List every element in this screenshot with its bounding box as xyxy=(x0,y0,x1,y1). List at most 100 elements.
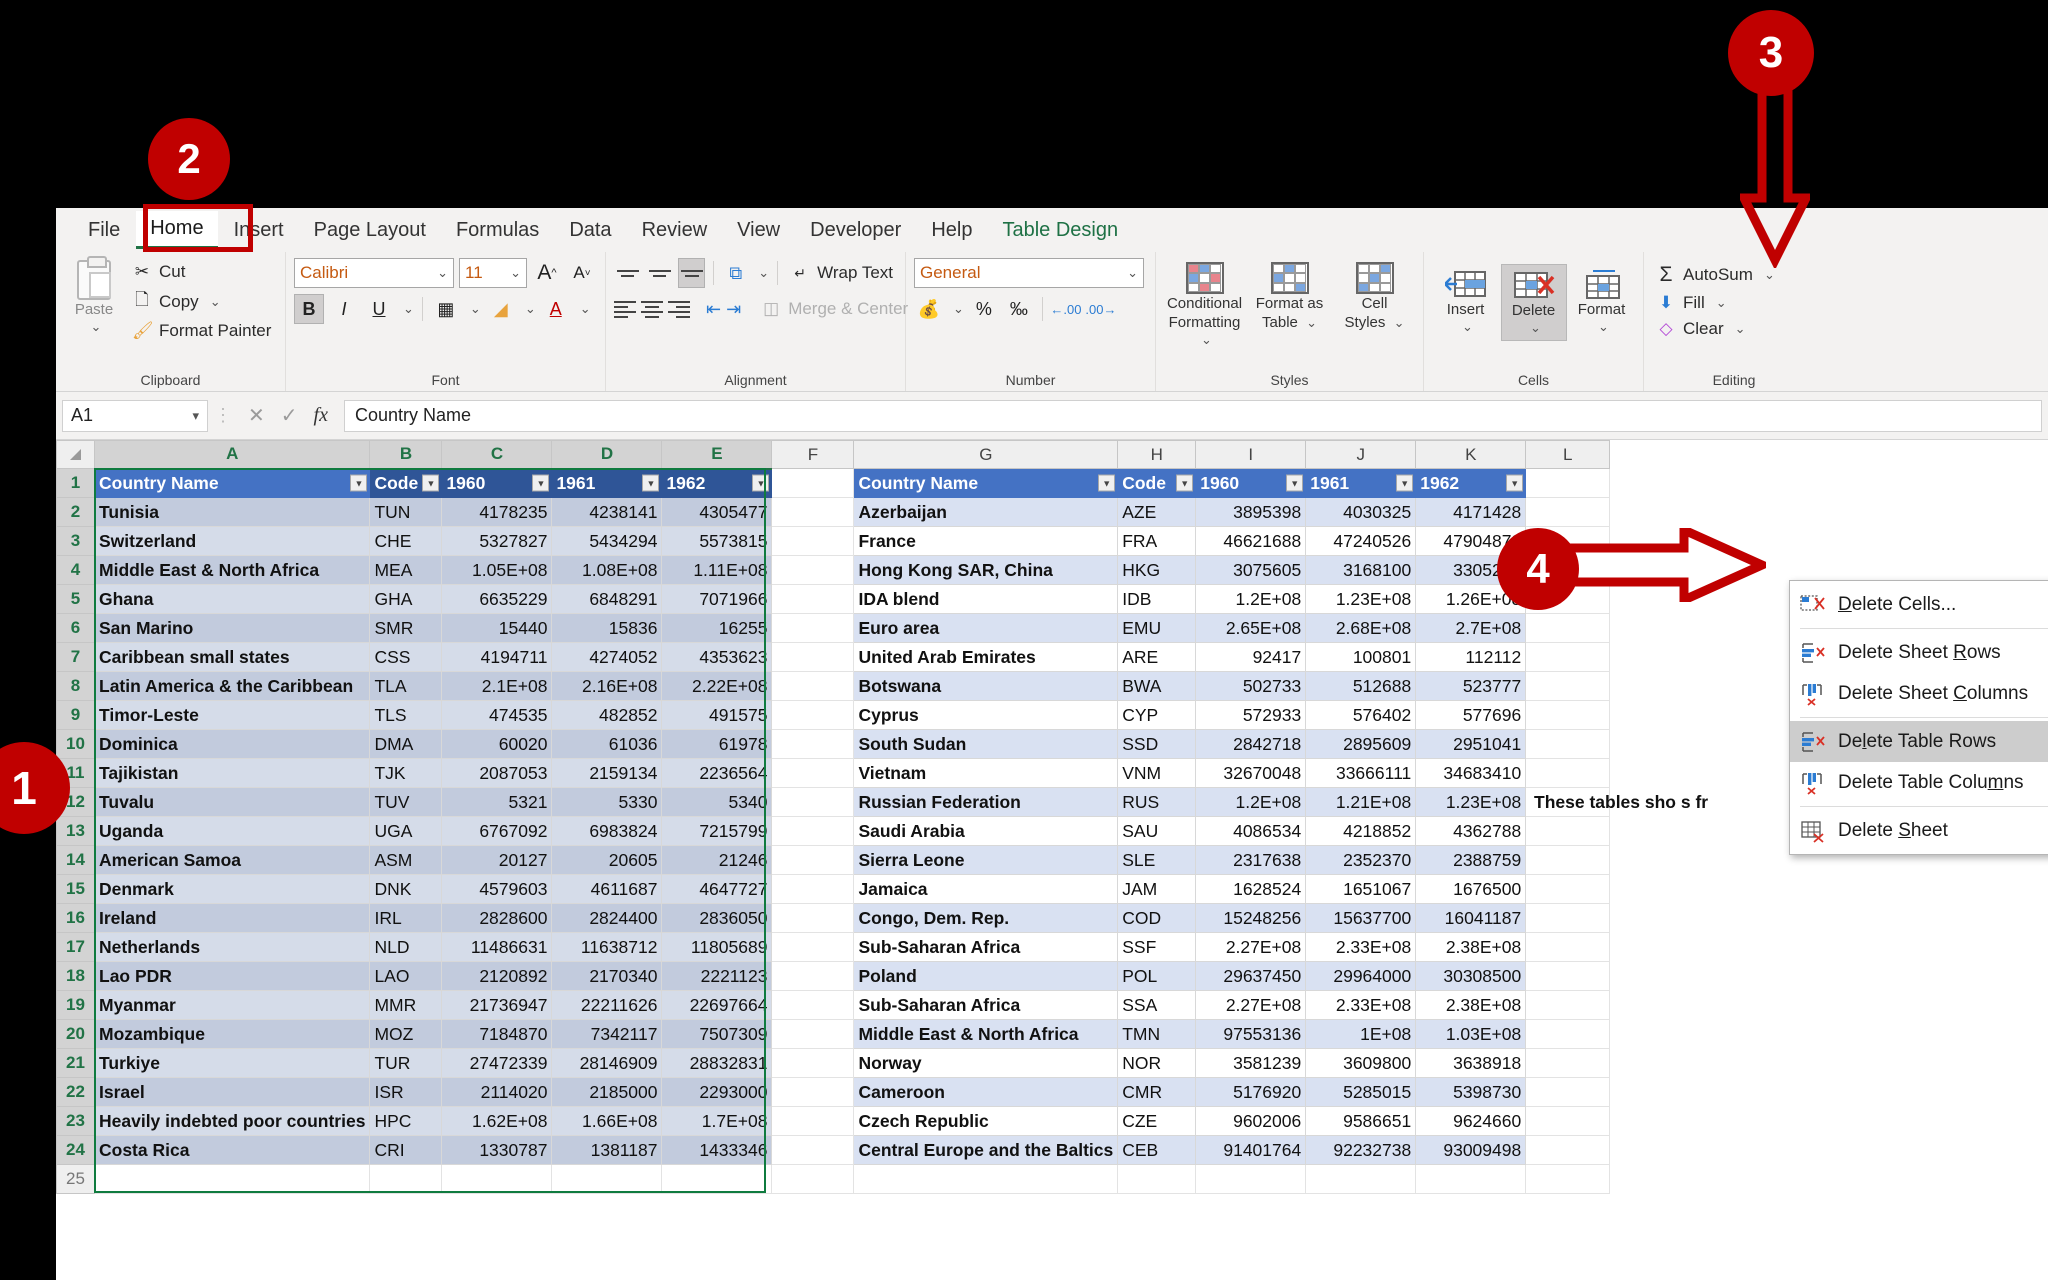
left-table-cell-C10[interactable]: 60020 xyxy=(441,729,553,759)
left-table-cell-A20[interactable]: Mozambique xyxy=(93,1019,371,1049)
right-table-cell-J24[interactable]: 92232738 xyxy=(1305,1135,1417,1165)
left-table-cell-D4[interactable]: 1.08E+08 xyxy=(551,555,663,585)
left-table-cell-D14[interactable]: 20605 xyxy=(551,845,663,875)
left-table-header-A[interactable]: Country Name ▼ xyxy=(93,468,371,498)
empty-cell-L22[interactable] xyxy=(1525,1077,1611,1107)
format-painter-button[interactable]: 🖌 Format Painter xyxy=(128,320,275,342)
empty-cell-F11[interactable] xyxy=(771,758,855,788)
empty-cell-L21[interactable] xyxy=(1525,1048,1611,1078)
empty-cell-F19[interactable] xyxy=(771,990,855,1020)
left-table-cell-B23[interactable]: HPC xyxy=(369,1106,443,1136)
left-table-cell-B7[interactable]: CSS xyxy=(369,642,443,672)
empty-cell-F17[interactable] xyxy=(771,932,855,962)
left-table-cell-D9[interactable]: 482852 xyxy=(551,700,663,730)
right-table-cell-G17[interactable]: Sub-Saharan Africa xyxy=(853,932,1119,962)
chevron-down-icon[interactable]: ⌄ xyxy=(1735,321,1746,337)
number-format-select[interactable]: General ⌄ xyxy=(914,258,1144,288)
chevron-down-icon[interactable]: ⌄ xyxy=(758,265,769,281)
format-cells-button[interactable]: Format ⌄ xyxy=(1569,264,1635,339)
left-table-cell-B4[interactable]: MEA xyxy=(369,555,443,585)
menu-item-delete-sheet-columns[interactable]: Delete Sheet Columns xyxy=(1790,673,2048,714)
column-header-K[interactable]: K xyxy=(1415,440,1527,469)
right-table-cell-K13[interactable]: 4362788 xyxy=(1415,816,1527,846)
right-table-cell-J23[interactable]: 9586651 xyxy=(1305,1106,1417,1136)
column-header-L[interactable]: L xyxy=(1525,440,1611,469)
left-table-cell-B8[interactable]: TLA xyxy=(369,671,443,701)
row-header-1[interactable]: 1 xyxy=(56,468,95,498)
right-table-cell-K15[interactable]: 1676500 xyxy=(1415,874,1527,904)
left-table-cell-A9[interactable]: Timor-Leste xyxy=(93,700,371,730)
right-table-cell-G15[interactable]: Jamaica xyxy=(853,874,1119,904)
right-table-cell-H22[interactable]: CMR xyxy=(1117,1077,1197,1107)
right-table-cell-I19[interactable]: 2.27E+08 xyxy=(1195,990,1307,1020)
empty-cell-A25[interactable] xyxy=(93,1164,371,1194)
filter-dropdown-icon[interactable]: ▼ xyxy=(422,474,440,492)
right-table-cell-I20[interactable]: 97553136 xyxy=(1195,1019,1307,1049)
left-table-cell-D6[interactable]: 15836 xyxy=(551,613,663,643)
right-table-cell-J3[interactable]: 47240526 xyxy=(1305,526,1417,556)
right-table-cell-G10[interactable]: South Sudan xyxy=(853,729,1119,759)
filter-dropdown-icon[interactable]: ▼ xyxy=(1506,474,1524,492)
empty-cell-L25[interactable] xyxy=(1525,1164,1611,1194)
empty-cell-F21[interactable] xyxy=(771,1048,855,1078)
left-table-cell-C19[interactable]: 21736947 xyxy=(441,990,553,1020)
right-table-cell-H11[interactable]: VNM xyxy=(1117,758,1197,788)
right-table-cell-K11[interactable]: 34683410 xyxy=(1415,758,1527,788)
right-table-cell-I23[interactable]: 9602006 xyxy=(1195,1106,1307,1136)
align-right-button[interactable] xyxy=(668,294,690,324)
italic-button[interactable]: I xyxy=(329,294,359,324)
left-table-cell-C11[interactable]: 2087053 xyxy=(441,758,553,788)
left-table-cell-C15[interactable]: 4579603 xyxy=(441,874,553,904)
right-table-cell-G6[interactable]: Euro area xyxy=(853,613,1119,643)
left-table-cell-D2[interactable]: 4238141 xyxy=(551,497,663,527)
right-table-cell-H15[interactable]: JAM xyxy=(1117,874,1197,904)
left-table-cell-E20[interactable]: 7507309 xyxy=(661,1019,773,1049)
right-table-cell-H16[interactable]: COD xyxy=(1117,903,1197,933)
left-table-cell-A6[interactable]: San Marino xyxy=(93,613,371,643)
right-table-cell-H17[interactable]: SSF xyxy=(1117,932,1197,962)
left-table-cell-E22[interactable]: 2293000 xyxy=(661,1077,773,1107)
right-table-cell-K12[interactable]: 1.23E+08 xyxy=(1415,787,1527,817)
row-header-23[interactable]: 23 xyxy=(56,1106,95,1136)
formula-input[interactable]: Country Name xyxy=(343,399,2042,432)
row-header-9[interactable]: 9 xyxy=(56,700,95,730)
empty-cell-F2[interactable] xyxy=(771,497,855,527)
align-middle-button[interactable] xyxy=(646,258,673,288)
right-table-header-H[interactable]: Code ▼ xyxy=(1117,468,1197,498)
left-table-cell-E5[interactable]: 7071966 xyxy=(661,584,773,614)
right-table-cell-G22[interactable]: Cameroon xyxy=(853,1077,1119,1107)
left-table-cell-A21[interactable]: Turkiye xyxy=(93,1048,371,1078)
right-table-cell-K14[interactable]: 2388759 xyxy=(1415,845,1527,875)
empty-cell-F6[interactable] xyxy=(771,613,855,643)
left-table-cell-D3[interactable]: 5434294 xyxy=(551,526,663,556)
left-table-cell-B2[interactable]: TUN xyxy=(369,497,443,527)
row-header-3[interactable]: 3 xyxy=(56,526,95,556)
right-table-cell-G24[interactable]: Central Europe and the Baltics xyxy=(853,1135,1119,1165)
cancel-entry-icon[interactable]: ✕ xyxy=(248,403,265,428)
left-table-cell-B18[interactable]: LAO xyxy=(369,961,443,991)
left-table-cell-B9[interactable]: TLS xyxy=(369,700,443,730)
row-header-17[interactable]: 17 xyxy=(56,932,95,962)
left-table-header-C[interactable]: 1960 ▼ xyxy=(441,468,553,498)
right-table-cell-J5[interactable]: 1.23E+08 xyxy=(1305,584,1417,614)
right-table-cell-K22[interactable]: 5398730 xyxy=(1415,1077,1527,1107)
right-table-cell-G2[interactable]: Azerbaijan xyxy=(853,497,1119,527)
left-table-cell-C24[interactable]: 1330787 xyxy=(441,1135,553,1165)
empty-cell-F5[interactable] xyxy=(771,584,855,614)
left-table-cell-A5[interactable]: Ghana xyxy=(93,584,371,614)
right-table-cell-H24[interactable]: CEB xyxy=(1117,1135,1197,1165)
column-header-I[interactable]: I xyxy=(1195,440,1307,469)
left-table-cell-C23[interactable]: 1.62E+08 xyxy=(441,1106,553,1136)
empty-cell-F24[interactable] xyxy=(771,1135,855,1165)
chevron-down-icon[interactable]: ⌄ xyxy=(210,294,221,310)
menu-item-delete-sheet[interactable]: Delete Sheet xyxy=(1790,810,2048,851)
left-table-cell-A17[interactable]: Netherlands xyxy=(93,932,371,962)
right-table-cell-G14[interactable]: Sierra Leone xyxy=(853,845,1119,875)
right-table-cell-I24[interactable]: 91401764 xyxy=(1195,1135,1307,1165)
cell-styles-button[interactable]: Cell Styles ⌄ xyxy=(1334,262,1415,332)
right-table-cell-G9[interactable]: Cyprus xyxy=(853,700,1119,730)
left-table-cell-A4[interactable]: Middle East & North Africa xyxy=(93,555,371,585)
column-header-F[interactable]: F xyxy=(771,440,855,469)
left-table-cell-E11[interactable]: 2236564 xyxy=(661,758,773,788)
chevron-down-icon[interactable]: ⌄ xyxy=(580,301,591,317)
